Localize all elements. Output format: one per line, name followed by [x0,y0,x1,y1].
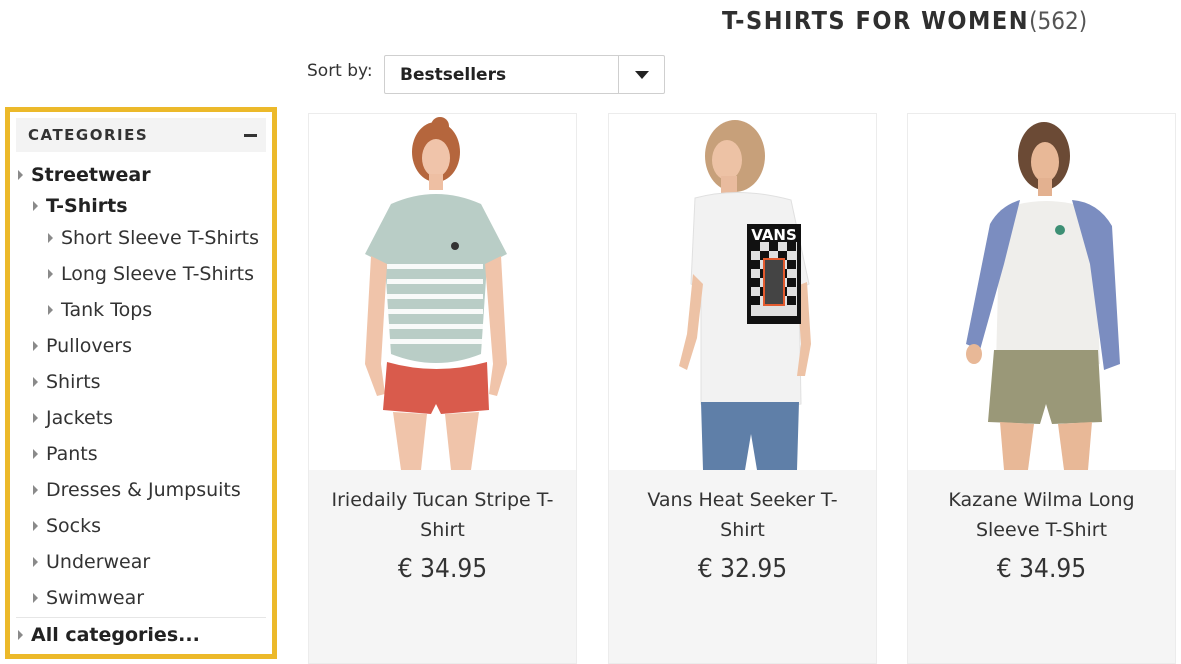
product-card[interactable]: VANS Vans Heat Seeker T-Shirt € 32.95 [608,113,877,664]
sort-select[interactable]: Bestsellers [384,55,665,94]
triangle-right-icon [48,269,53,279]
triangle-right-icon [48,233,53,243]
product-count: (562) [1029,7,1088,35]
triangle-right-icon [18,170,23,180]
triangle-right-icon [33,485,38,495]
category-short-sleeve-t-shirts[interactable]: Short Sleeve T-Shirts [48,227,259,249]
triangle-right-icon [33,413,38,423]
category-label: T-Shirts [46,195,128,217]
product-info: Vans Heat Seeker T-Shirt € 32.95 [609,470,876,663]
chevron-down-icon [634,70,649,79]
page-title-text: T-SHIRTS FOR WOMEN [722,6,1030,35]
triangle-right-icon [33,593,38,603]
page-title: T-SHIRTS FOR WOMEN(562) [722,6,1087,35]
category-long-sleeve-t-shirts[interactable]: Long Sleeve T-Shirts [48,263,254,285]
divider [16,617,266,618]
product-card[interactable]: Iriedaily Tucan Stripe T-Shirt € 34.95 [308,113,577,664]
triangle-right-icon [33,557,38,567]
category-underwear[interactable]: Underwear [33,551,150,573]
category-label: Jackets [46,407,114,429]
category-tank-tops[interactable]: Tank Tops [48,299,152,321]
product-image[interactable] [908,114,1175,470]
category-label: Pants [46,443,98,465]
categories-panel: CATEGORIES Streetwear T-Shirts Short Sle… [5,107,277,659]
category-label: Swimwear [46,587,145,609]
category-swimwear[interactable]: Swimwear [33,587,144,609]
product-card[interactable]: Kazane Wilma Long Sleeve T-Shirt € 34.95 [907,113,1176,664]
product-info: Iriedaily Tucan Stripe T-Shirt € 34.95 [309,470,576,663]
category-label: Socks [46,515,102,537]
triangle-right-icon [33,341,38,351]
product-name[interactable]: Kazane Wilma Long Sleeve T-Shirt [928,485,1155,545]
product-price: € 34.95 [397,554,488,584]
category-label: Tank Tops [61,299,153,321]
product-image[interactable]: VANS [609,114,876,470]
category-label: Short Sleeve T-Shirts [61,227,259,249]
category-dresses-jumpsuits[interactable]: Dresses & Jumpsuits [33,479,241,501]
product-image[interactable] [309,114,576,470]
vans-print-text: VANS [751,226,797,244]
category-shirts[interactable]: Shirts [33,371,101,393]
sort-label: Sort by: [307,61,373,81]
category-label: Long Sleeve T-Shirts [61,263,254,285]
category-pullovers[interactable]: Pullovers [33,335,132,357]
category-label: Pullovers [46,335,132,357]
product-price: € 32.95 [697,554,788,584]
product-price: € 34.95 [996,554,1087,584]
category-streetwear[interactable]: Streetwear [18,164,151,186]
triangle-right-icon [33,521,38,531]
category-t-shirts[interactable]: T-Shirts [33,195,128,217]
categories-title: CATEGORIES [28,126,149,144]
collapse-icon[interactable] [244,133,257,137]
sort-selected-value: Bestsellers [400,64,507,85]
triangle-right-icon [33,201,38,211]
category-label: Underwear [46,551,151,573]
product-info: Kazane Wilma Long Sleeve T-Shirt € 34.95 [908,470,1175,663]
triangle-right-icon [48,305,53,315]
category-jackets[interactable]: Jackets [33,407,113,429]
category-label: Shirts [46,371,101,393]
product-name[interactable]: Iriedaily Tucan Stripe T-Shirt [329,485,556,545]
category-label: Streetwear [31,164,151,186]
triangle-right-icon [33,377,38,387]
categories-header[interactable]: CATEGORIES [16,118,266,152]
category-all-categories[interactable]: All categories... [18,624,200,646]
category-label: All categories... [31,624,200,646]
triangle-right-icon [18,630,23,640]
triangle-right-icon [33,449,38,459]
category-socks[interactable]: Socks [33,515,101,537]
category-label: Dresses & Jumpsuits [46,479,241,501]
sort-dropdown-button[interactable] [618,56,664,93]
category-pants[interactable]: Pants [33,443,98,465]
product-name[interactable]: Vans Heat Seeker T-Shirt [629,485,856,545]
